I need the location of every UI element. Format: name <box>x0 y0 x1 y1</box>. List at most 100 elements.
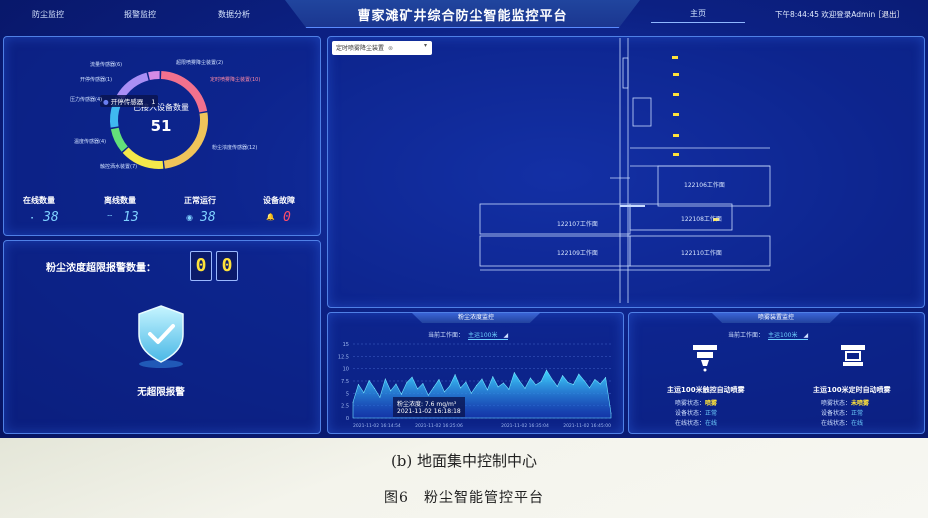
y-tick-label: 12.5 <box>338 354 349 360</box>
spray-1-row-device: 设备状态：正常 <box>675 410 718 417</box>
dust-data-point <box>417 388 418 390</box>
dust-data-point <box>358 384 359 385</box>
ring-label-timed: 定时喷雾降尘装置(10) <box>210 77 261 83</box>
spray-2-row-online: 在线状态：在线 <box>821 420 864 427</box>
y-tick-label: 2.5 <box>341 404 349 410</box>
x-tick-label: 2021-11-02 16:35:04 <box>501 423 549 429</box>
face-label-122108: 122108工作面 <box>681 216 722 223</box>
dust-data-point <box>406 382 408 383</box>
dust-data-point <box>530 377 531 379</box>
dust-data-point <box>492 376 494 377</box>
dust-data-point <box>578 373 580 375</box>
y-tick-label: 5 <box>346 391 349 397</box>
spray-2-row-device: 设备状态：正常 <box>821 410 864 417</box>
ring-label-temperature: 温度传感器(4) <box>74 139 107 145</box>
dust-data-point <box>594 379 596 380</box>
dust-data-point <box>470 392 472 394</box>
dust-data-point <box>546 369 547 371</box>
ring-label-dust: 粉尘浓度传感器(12) <box>212 145 258 151</box>
nav-alarm-monitor[interactable]: 报警监控 <box>124 9 156 20</box>
dust-data-point <box>583 380 585 381</box>
tab-home[interactable]: 主页 <box>651 8 745 23</box>
dust-data-point <box>454 374 456 375</box>
page-title: 曹家滩矿井综合防尘智能监控平台 <box>357 9 568 24</box>
stat-normal-title: 正常运行 <box>184 196 216 205</box>
donut-tooltip: ● 开停传感器 1 <box>100 95 159 107</box>
spray-face-label: 当前工作面： <box>728 332 765 339</box>
nav-dust-monitor[interactable]: 防尘监控 <box>32 9 64 20</box>
dust-data-point <box>508 389 510 390</box>
dust-data-point <box>519 380 520 382</box>
dust-face-label: 当前工作面： <box>428 332 465 339</box>
dust-data-point <box>379 396 381 398</box>
dust-data-point <box>573 384 574 385</box>
dust-data-point <box>374 388 375 389</box>
dust-data-point <box>562 375 563 376</box>
face-label-122107: 122107工作面 <box>557 221 598 228</box>
stat-fault-value: 0 <box>283 210 291 225</box>
figure-subcaption: (b) 地面集中控制中心 <box>390 452 538 470</box>
nav-data-analysis[interactable]: 数据分析 <box>218 9 250 20</box>
y-tick-label: 7.5 <box>341 379 349 385</box>
dust-data-point <box>422 383 424 384</box>
spray-device-2-title: 主运100米定时自动喷雾 <box>813 386 891 394</box>
wifi-icon: ⌔ <box>106 213 114 222</box>
spray-tab: 喷雾装置监控 <box>712 313 840 323</box>
x-tick-label: 2021-11-02 16:14:54 <box>353 423 401 429</box>
dashboard-screen: 防尘监控 报警监控 数据分析 曹家滩矿井综合防尘智能监控平台 主页 下午8:44… <box>0 0 928 438</box>
online-icon: ⬝ <box>31 213 34 222</box>
bell-icon: 🔔 <box>266 213 275 221</box>
face-label-122106: 122106工作面 <box>684 182 725 189</box>
chevron-down-icon: ◢ <box>803 332 809 339</box>
dust-area-series <box>352 369 612 419</box>
stat-online-title: 在线数量 <box>23 196 55 205</box>
y-tick-label: 10 <box>343 367 349 373</box>
dust-area-chart: 0 2.5 5 7.5 10 12.5 15 2021-11-02 16:14:54 2021-… <box>338 342 612 429</box>
top-bar: 防尘监控 报警监控 数据分析 曹家滩矿井综合防尘智能监控平台 主页 下午8:44… <box>0 0 928 30</box>
mine-layout-diagram <box>479 38 771 303</box>
alarm-digit-ones: 0 <box>216 251 238 281</box>
ring-label-water: 触控洒水装置(7) <box>100 164 138 170</box>
stat-online-value: 38 <box>43 210 59 225</box>
spray-face-value: 主运100米 <box>768 332 798 339</box>
dust-chart-tooltip: 粉尘浓度: 7.6 mg/m³ 2021-11-02 16:18:18 <box>393 397 465 417</box>
running-icon: ◉ <box>186 213 193 222</box>
ring-label-pressure: 压力传感器(4) <box>70 97 103 103</box>
dust-face-value: 主运100米 <box>468 332 498 339</box>
dust-data-point <box>540 381 542 382</box>
clear-icon[interactable]: ⊗ <box>388 45 393 52</box>
dust-chart-tab: 粉尘浓度监控 <box>412 313 540 323</box>
y-tick-label: 15 <box>343 342 349 348</box>
device-type-select[interactable]: 定时喷雾降尘装置 ⊗ ▾ <box>332 41 432 55</box>
dust-data-point <box>368 380 370 381</box>
donut-center-value: 51 <box>150 117 172 135</box>
logout-link[interactable]: ［退出］ <box>874 9 904 20</box>
clock-welcome: 下午8:44:45 欢迎登录Admin <box>775 10 876 19</box>
spray-face-select[interactable]: 主运100米 ◢ <box>768 330 809 340</box>
dust-data-point <box>610 412 612 414</box>
dust-data-point <box>465 381 467 383</box>
ring-label-switch: 开停传感器(1) <box>80 77 113 83</box>
alarm-digit-tens: 0 <box>190 251 212 281</box>
spray-device-1-title: 主运100米触控自动喷雾 <box>667 386 745 394</box>
dust-data-point <box>411 376 413 378</box>
dust-data-point <box>487 389 488 391</box>
select-value: 定时喷雾降尘装置 <box>336 45 385 52</box>
dust-data-point <box>556 386 558 387</box>
dust-data-point <box>605 377 606 378</box>
dust-data-point <box>589 387 590 389</box>
dust-data-point <box>449 385 451 387</box>
dust-data-point <box>481 378 483 380</box>
spray-2-row-status: 喷雾状态：未喷雾 <box>821 400 870 407</box>
figure-caption: 图6 粉尘智能管控平台 <box>384 490 544 506</box>
ring-label-flow: 流量传感器(6) <box>90 62 123 68</box>
tooltip-device-name: 开停传感器 <box>110 98 144 106</box>
x-tick-label: 2021-11-02 16:45:00 <box>563 423 611 429</box>
dust-data-point <box>524 388 526 389</box>
alarm-status-text: 无超限报警 <box>137 387 185 398</box>
dust-face-select[interactable]: 主运100米 ◢ <box>468 330 509 340</box>
chevron-down-icon: ◢ <box>503 332 509 339</box>
dust-data-point <box>444 391 445 393</box>
stat-offline-title: 离线数量 <box>104 196 136 205</box>
chevron-down-icon[interactable]: ▾ <box>424 42 427 49</box>
